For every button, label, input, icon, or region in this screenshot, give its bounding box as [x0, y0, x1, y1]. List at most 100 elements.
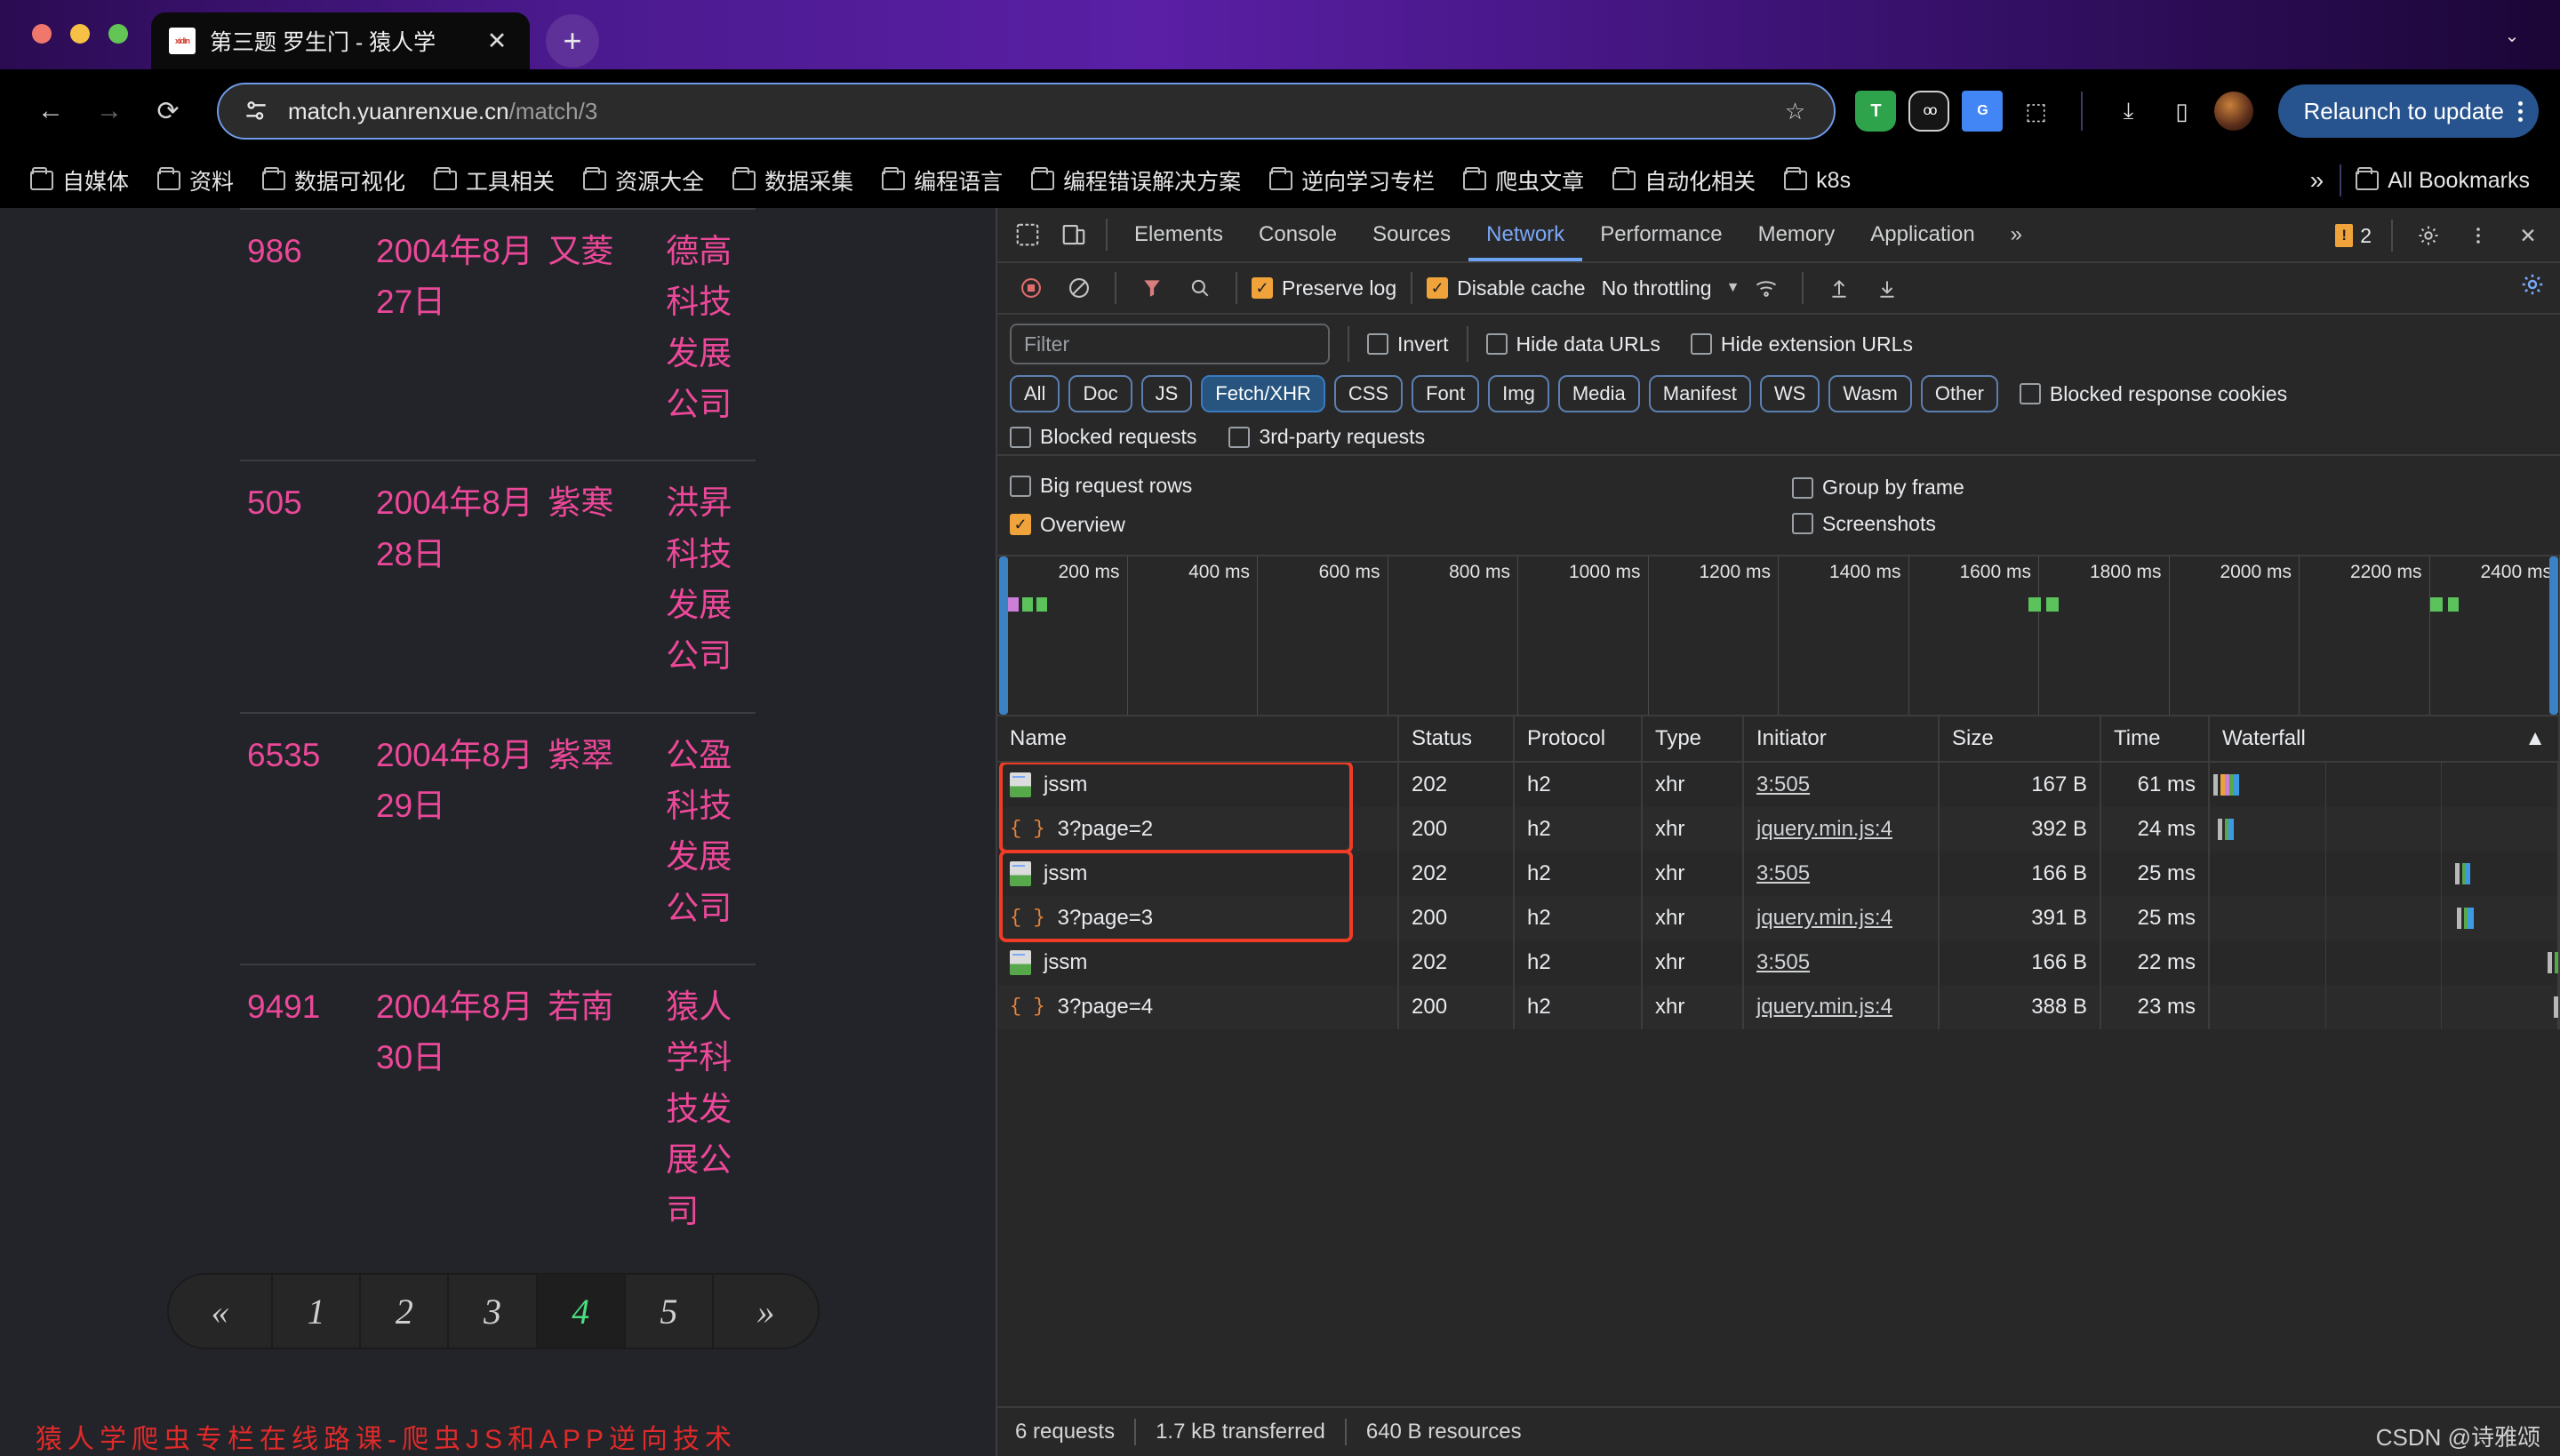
clear-network-log-icon[interactable] [1058, 267, 1100, 309]
cell-initiator[interactable]: 3:505 [1744, 940, 1940, 985]
cell-initiator[interactable]: 3:505 [1744, 851, 1940, 896]
blocked-requests-checkbox[interactable]: Blocked requests [1010, 425, 1196, 449]
pagination-page-1[interactable]: 1 [273, 1275, 362, 1348]
blocked-response-cookies-checkbox[interactable]: Blocked response cookies [2019, 382, 2287, 406]
chip-other[interactable]: Other [1920, 375, 1998, 412]
table-row[interactable]: 6535 2004年8月29日 紫翠 公盈科技发展公司 [240, 711, 756, 965]
bookmark-folder-4[interactable]: 资源大全 [569, 159, 718, 202]
filter-icon[interactable] [1131, 267, 1173, 309]
tab-elements[interactable]: Elements [1116, 208, 1241, 261]
minimize-window-button[interactable] [70, 24, 90, 44]
back-button[interactable]: ← [21, 82, 80, 140]
big-request-rows-checkbox[interactable]: Big request rows [1010, 474, 1192, 498]
pagination-page-3[interactable]: 3 [449, 1275, 538, 1348]
initiator-link[interactable]: 3:505 [1756, 950, 1810, 975]
header-status[interactable]: Status [1399, 716, 1515, 762]
more-tabs-icon[interactable]: » [1993, 208, 2040, 261]
gear-icon[interactable] [2405, 212, 2452, 259]
tab-performance[interactable]: Performance [1582, 208, 1740, 261]
bookmarks-overflow-icon[interactable]: » [2294, 166, 2340, 195]
hide-data-urls-checkbox[interactable]: Hide data URLs [1485, 332, 1660, 356]
table-row[interactable]: 505 2004年8月28日 紫寒 洪昇科技发展公司 [240, 460, 756, 713]
inspect-element-icon[interactable] [1004, 212, 1051, 258]
site-settings-icon[interactable] [238, 93, 274, 129]
tab-console[interactable]: Console [1241, 208, 1355, 261]
initiator-link[interactable]: 3:505 [1756, 772, 1810, 797]
disable-cache-checkbox[interactable]: ✓ Disable cache [1427, 276, 1586, 300]
all-bookmarks-button[interactable]: All Bookmarks [2341, 159, 2544, 202]
bookmark-folder-11[interactable]: k8s [1770, 159, 1865, 202]
cell-initiator[interactable]: jquery.min.js:4 [1744, 806, 1940, 852]
chip-fetch-xhr[interactable]: Fetch/XHR [1201, 375, 1325, 412]
reload-button[interactable]: ⟳ [139, 82, 197, 140]
network-conditions-icon[interactable] [1745, 267, 1788, 309]
initiator-link[interactable]: jquery.min.js:4 [1756, 817, 1892, 842]
pagination-page-4[interactable]: 4 [537, 1275, 626, 1348]
export-har-icon[interactable] [1866, 267, 1908, 309]
third-party-requests-checkbox[interactable]: 3rd-party requests [1228, 425, 1425, 449]
header-waterfall[interactable]: Waterfall ▲ [2210, 716, 2560, 762]
google-translate-icon[interactable]: G [1962, 91, 2004, 132]
record-stop-icon[interactable] [1010, 267, 1052, 309]
bookmark-folder-2[interactable]: 数据可视化 [248, 159, 420, 202]
table-row[interactable]: 9491 2004年8月30日 若南 猿人学科技发展公司 [240, 964, 756, 1267]
bookmark-folder-7[interactable]: 编程错误解决方案 [1017, 159, 1255, 202]
table-row[interactable]: { } 3?page=3 200 h2 xhr jquery.min.js:4 … [997, 895, 2560, 940]
cell-initiator[interactable]: 3:505 [1744, 762, 1940, 807]
chip-manifest[interactable]: Manifest [1648, 375, 1751, 412]
initiator-link[interactable]: jquery.min.js:4 [1756, 995, 1892, 1020]
bookmark-folder-5[interactable]: 数据采集 [718, 159, 868, 202]
overview-selection-handle-right[interactable] [2549, 556, 2558, 715]
throttling-select[interactable]: No throttling [1602, 276, 1712, 300]
address-bar[interactable]: match.yuanrenxue.cn/match/3 ☆ [217, 83, 1836, 140]
header-name[interactable]: Name [997, 716, 1399, 762]
chip-ws[interactable]: WS [1759, 375, 1820, 412]
relaunch-to-update-button[interactable]: Relaunch to update [2278, 84, 2539, 138]
address-bar-url[interactable]: match.yuanrenxue.cn/match/3 [288, 98, 1775, 125]
header-protocol[interactable]: Protocol [1515, 716, 1643, 762]
bookmark-folder-1[interactable]: 资料 [143, 159, 248, 202]
table-row[interactable]: 986 2004年8月27日 又菱 德高科技发展公司 [240, 208, 756, 461]
bookmark-star-icon[interactable]: ☆ [1775, 92, 1814, 131]
chip-font[interactable]: Font [1412, 375, 1480, 412]
chip-doc[interactable]: Doc [1068, 375, 1132, 412]
close-devtools-icon[interactable]: ✕ [2505, 212, 2551, 259]
bookmark-folder-3[interactable]: 工具相关 [420, 159, 569, 202]
screenshots-checkbox[interactable]: Screenshots [1792, 512, 1936, 536]
header-type[interactable]: Type [1643, 716, 1744, 762]
invert-checkbox[interactable]: Invert [1367, 332, 1449, 356]
extensions-puzzle-icon[interactable]: ⬚ [2015, 91, 2056, 132]
header-initiator[interactable]: Initiator [1744, 716, 1940, 762]
table-row[interactable]: jssm 202 h2 xhr 3:505 167 B 61 ms [997, 762, 2560, 807]
hide-extension-urls-checkbox[interactable]: Hide extension URLs [1690, 332, 1913, 356]
cell-initiator[interactable]: jquery.min.js:4 [1744, 984, 1940, 1029]
table-row[interactable]: { } 3?page=2 200 h2 xhr jquery.min.js:4 … [997, 806, 2560, 852]
pagination-first[interactable]: « [169, 1275, 274, 1348]
pagination-last[interactable]: » [713, 1275, 818, 1348]
table-row[interactable]: jssm 202 h2 xhr 3:505 166 B 22 ms [997, 940, 2560, 985]
bookmark-folder-0[interactable]: 自媒体 [16, 159, 143, 202]
table-row[interactable]: { } 3?page=4 200 h2 xhr jquery.min.js:4 … [997, 984, 2560, 1029]
cell-name[interactable]: { } 3?page=2 [997, 806, 1399, 852]
tab-sources[interactable]: Sources [1355, 208, 1468, 261]
network-settings-gear-icon[interactable] [2519, 271, 2546, 304]
bookmark-folder-9[interactable]: 爬虫文章 [1449, 159, 1598, 202]
close-window-button[interactable] [32, 24, 52, 44]
group-by-frame-checkbox[interactable]: Group by frame [1792, 476, 1964, 500]
table-row[interactable]: jssm 202 h2 xhr 3:505 166 B 25 ms [997, 851, 2560, 896]
chrome-menu-icon[interactable] [2518, 100, 2523, 122]
tab-application[interactable]: Application [1852, 208, 1992, 261]
maximize-window-button[interactable] [108, 24, 128, 44]
search-icon[interactable] [1179, 267, 1221, 309]
network-overview-timeline[interactable]: 200 ms 400 ms 600 ms 800 ms 1000 ms 1200… [997, 556, 2560, 716]
browser-tab[interactable]: xidin 第三题 罗生门 - 猿人学 ✕ [151, 12, 530, 69]
preserve-log-checkbox[interactable]: ✓ Preserve log [1252, 276, 1396, 300]
filter-input[interactable] [1010, 324, 1330, 364]
initiator-link[interactable]: jquery.min.js:4 [1756, 906, 1892, 931]
tab-network[interactable]: Network [1468, 208, 1582, 261]
trancy-extension-icon[interactable]: T [1855, 91, 1897, 132]
cell-name[interactable]: jssm [997, 940, 1399, 985]
import-har-icon[interactable] [1818, 267, 1860, 309]
overview-selection-handle-left[interactable] [999, 556, 1008, 715]
cell-name[interactable]: { } 3?page=3 [997, 895, 1399, 940]
